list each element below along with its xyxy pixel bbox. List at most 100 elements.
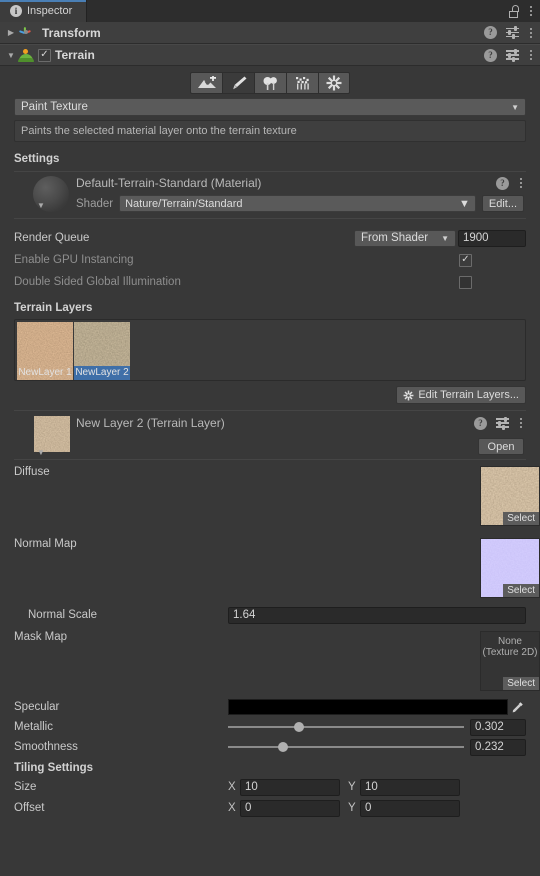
double-sided-gi-label: Double Sided Global Illumination bbox=[14, 276, 181, 288]
help-icon[interactable]: ? bbox=[484, 26, 497, 39]
normal-map-row: Normal Map Select bbox=[0, 538, 540, 604]
kebab-menu-icon[interactable] bbox=[528, 4, 534, 18]
shader-label: Shader bbox=[76, 197, 114, 210]
material-foldout-arrow[interactable]: ▼ bbox=[34, 201, 48, 210]
metallic-label: Metallic bbox=[14, 721, 53, 733]
tiling-settings-section: Tiling Settings Size X 10 Y 10 Offset X … bbox=[0, 762, 540, 817]
mask-map-row: Mask Map None (Texture 2D) Select bbox=[0, 631, 540, 697]
chevron-down-icon: ▼ bbox=[511, 102, 519, 112]
edit-terrain-layers-button[interactable]: Edit Terrain Layers... bbox=[396, 386, 526, 404]
material-header-actions: ? bbox=[496, 176, 524, 190]
normal-scale-row: Normal Scale 1.64 bbox=[0, 606, 540, 624]
diffuse-row: Diffuse Select bbox=[0, 466, 540, 532]
tool-paint-details[interactable] bbox=[286, 72, 318, 94]
layer-inspector-header: New Layer 2 (Terrain Layer) ? Open ▼ bbox=[14, 411, 526, 459]
foldout-arrow-transform[interactable]: ▶ bbox=[4, 28, 18, 37]
divider bbox=[14, 459, 526, 460]
layer-inspector-title: New Layer 2 (Terrain Layer) bbox=[76, 416, 225, 430]
diffuse-texture-slot[interactable]: Select bbox=[480, 466, 540, 526]
metallic-value-field[interactable]: 0.302 bbox=[470, 718, 526, 736]
normal-map-select-button[interactable]: Select bbox=[503, 584, 539, 597]
tool-button-group bbox=[190, 72, 350, 94]
tiling-size-row: Size X 10 Y 10 bbox=[14, 778, 526, 796]
foldout-arrow-terrain[interactable]: ▼ bbox=[4, 51, 18, 60]
normal-map-texture-slot[interactable]: Select bbox=[480, 538, 540, 598]
size-x-field[interactable]: 10 bbox=[240, 778, 340, 796]
tab-bar-spacer bbox=[87, 0, 509, 22]
kebab-menu-icon[interactable] bbox=[518, 416, 524, 430]
material-block: Default-Terrain-Standard (Material) ? ▼ … bbox=[14, 171, 526, 219]
metallic-slider[interactable] bbox=[228, 719, 464, 735]
layer-preview-thumbnail bbox=[34, 416, 70, 452]
help-icon[interactable]: ? bbox=[484, 48, 497, 62]
mask-map-select-button[interactable]: Select bbox=[503, 677, 539, 690]
shader-value: Nature/Terrain/Standard bbox=[125, 197, 243, 210]
tool-selector-area: Paint Texture ▼ Paints the selected mate… bbox=[0, 98, 540, 142]
component-header-terrain[interactable]: ▼ ✓ Terrain ? bbox=[0, 44, 540, 66]
edit-terrain-layers-label: Edit Terrain Layers... bbox=[418, 389, 519, 401]
layer-foldout-arrow[interactable]: ▼ bbox=[34, 448, 48, 457]
settings-section: Settings bbox=[0, 153, 540, 165]
preset-icon[interactable] bbox=[506, 26, 519, 39]
edit-layers-row: Edit Terrain Layers... bbox=[14, 386, 526, 404]
tiling-offset-row: Offset X 0 Y 0 bbox=[14, 799, 526, 817]
normal-scale-field[interactable]: 1.64 bbox=[228, 606, 526, 624]
specular-color-field[interactable] bbox=[228, 699, 508, 715]
terrain-enabled-checkbox[interactable]: ✓ bbox=[38, 48, 51, 62]
offset-y-label: Y bbox=[348, 802, 356, 814]
offset-y-field[interactable]: 0 bbox=[360, 799, 460, 817]
shader-dropdown[interactable]: Nature/Terrain/Standard ▼ bbox=[119, 195, 476, 212]
component-title-transform: Transform bbox=[42, 25, 101, 40]
double-sided-gi-checkbox[interactable] bbox=[459, 275, 472, 289]
kebab-menu-icon[interactable] bbox=[528, 48, 534, 62]
divider bbox=[14, 218, 526, 219]
size-y-field[interactable]: 10 bbox=[360, 778, 460, 796]
tool-raise-lower-terrain[interactable] bbox=[190, 72, 222, 94]
lock-icon[interactable] bbox=[509, 4, 520, 18]
tab-bar-actions bbox=[509, 0, 540, 22]
kebab-menu-icon[interactable] bbox=[518, 176, 524, 190]
render-queue-value-field[interactable]: 1900 bbox=[458, 229, 526, 247]
open-layer-button[interactable]: Open bbox=[478, 438, 524, 455]
offset-x-label: X bbox=[228, 802, 236, 814]
smoothness-label: Smoothness bbox=[14, 741, 78, 753]
component-title-terrain: Terrain bbox=[55, 48, 95, 62]
tool-terrain-settings[interactable] bbox=[318, 72, 350, 94]
preset-icon[interactable] bbox=[496, 416, 509, 430]
render-queue-row: Render Queue From Shader ▼ 1900 bbox=[14, 229, 526, 247]
paint-mode-value: Paint Texture bbox=[21, 101, 88, 113]
preset-icon[interactable] bbox=[506, 48, 519, 62]
size-y-label: Y bbox=[348, 781, 356, 793]
tool-paint-trees[interactable] bbox=[254, 72, 286, 94]
help-icon[interactable]: ? bbox=[496, 176, 509, 190]
inspector-window: i Inspector ▶ Transform ? ▼ ✓ Terrain ? … bbox=[0, 0, 540, 876]
axis-gizmo-icon bbox=[18, 25, 34, 41]
terrain-layer-chip-2[interactable]: NewLayer 2 bbox=[74, 322, 130, 380]
tab-inspector[interactable]: i Inspector bbox=[0, 0, 88, 22]
smoothness-value-field[interactable]: 0.232 bbox=[470, 738, 526, 756]
smoothness-slider[interactable] bbox=[228, 739, 464, 755]
offset-x-field[interactable]: 0 bbox=[240, 799, 340, 817]
edit-shader-button[interactable]: Edit... bbox=[481, 195, 524, 212]
info-icon: i bbox=[10, 5, 22, 17]
terrain-tool-toolbar bbox=[0, 66, 540, 98]
diffuse-select-button[interactable]: Select bbox=[503, 512, 539, 525]
normal-scale-label: Normal Scale bbox=[28, 609, 98, 621]
mask-map-texture-slot[interactable]: None (Texture 2D) Select bbox=[480, 631, 540, 691]
eyedropper-icon[interactable] bbox=[508, 699, 526, 715]
settings-title: Settings bbox=[14, 153, 60, 165]
help-icon[interactable]: ? bbox=[474, 416, 487, 430]
paint-mode-dropdown[interactable]: Paint Texture ▼ bbox=[14, 98, 526, 116]
kebab-menu-icon[interactable] bbox=[528, 26, 534, 40]
terrain-layers-section: Terrain Layers NewLayer 1 NewLayer 2 Edi… bbox=[0, 302, 540, 404]
render-queue-mode-dropdown[interactable]: From Shader ▼ bbox=[354, 229, 456, 247]
terrain-layers-grid[interactable]: NewLayer 1 NewLayer 2 bbox=[14, 319, 526, 381]
gear-icon bbox=[403, 390, 414, 400]
tool-paint-brush[interactable] bbox=[222, 72, 254, 94]
smoothness-row: Smoothness 0.232 bbox=[0, 738, 540, 756]
gpu-instancing-checkbox[interactable]: ✓ bbox=[459, 253, 472, 267]
size-x-label: X bbox=[228, 781, 236, 793]
component-header-transform[interactable]: ▶ Transform ? bbox=[0, 22, 540, 44]
diffuse-label: Diffuse bbox=[14, 466, 50, 478]
terrain-layer-chip-1[interactable]: NewLayer 1 bbox=[17, 322, 73, 380]
